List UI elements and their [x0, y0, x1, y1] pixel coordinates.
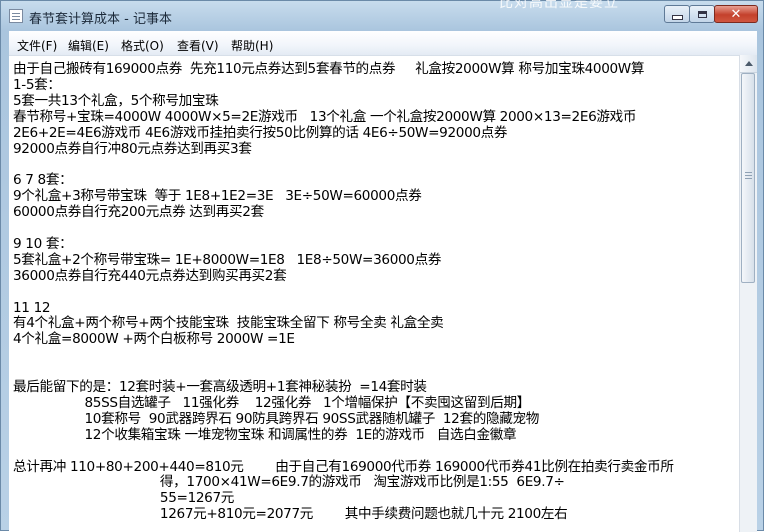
menu-format[interactable]: 格式(O): [121, 37, 164, 54]
text-line: 92000点券自行冲80元点券达到再买3套: [13, 140, 252, 157]
text-line: 5套礼盒+2个称号带宝珠= 1E+8000W=1E8 1E8÷50W=36000…: [13, 251, 442, 268]
text-line: 36000点券自行充440元点券达到购买再买2套: [13, 267, 287, 284]
menu-view[interactable]: 查看(V): [177, 37, 219, 54]
text-line: 6 7 8套：: [13, 172, 73, 189]
menu-file[interactable]: 文件(F): [17, 37, 57, 54]
text-line: 2E6+2E=4E6游戏币 4E6游戏币挂拍卖行按50比例算的话 4E6÷50W…: [13, 124, 508, 141]
vertical-scrollbar[interactable]: [739, 55, 757, 532]
text-line: 有4个礼盒+两个称号+两个技能宝珠 技能宝珠全留下 称号全卖 礼盒全卖: [13, 315, 444, 332]
text-line: 10套称号 90武器跨界石 90防具跨界石 90SS武器随机罐子 12套的隐藏宠…: [13, 410, 539, 427]
notepad-icon[interactable]: [9, 9, 23, 23]
menu-edit[interactable]: 编辑(E): [68, 37, 109, 54]
scroll-up-button[interactable]: [740, 55, 757, 73]
notepad-window: 比对高出显是要立 春节套计算成本 - 记事本 ✕ 文件(F) 编辑(E) 格式(…: [0, 0, 764, 532]
minimize-button[interactable]: [664, 5, 690, 23]
close-icon: ✕: [730, 6, 742, 22]
text-line: 85SS自选罐子 11强化券 12强化券 1个增幅保护【不卖囤这留到后期】: [13, 394, 530, 411]
text-line: 1-5套：: [13, 76, 61, 93]
background-desktop-text: 比对高出显是要立: [499, 0, 619, 11]
text-line: 得，1700×41W=6E9.7的游戏币 淘宝游戏币比例是1:55 6E9.7÷: [13, 474, 565, 491]
text-line: 春节称号+宝珠=4000W 4000W×5=2E游戏币 13个礼盒 一个礼盒按2…: [13, 108, 637, 125]
minimize-icon: [671, 14, 683, 20]
client-area: 文件(F) 编辑(E) 格式(O) 查看(V) 帮助(H) 由于自己搬砖有169…: [9, 31, 757, 532]
grip-icon: [745, 172, 752, 173]
text-line: 60000点券自行充200元点券 达到再买2套: [13, 204, 264, 221]
menu-help[interactable]: 帮助(H): [231, 37, 273, 54]
text-line: 55=1267元: [13, 490, 235, 507]
menu-bar: 文件(F) 编辑(E) 格式(O) 查看(V) 帮助(H): [9, 31, 757, 56]
text-line: 9个礼盒+3称号带宝珠 等于 1E8+1E2=3E 3E÷50W=60000点券: [13, 188, 422, 205]
title-bar[interactable]: 比对高出显是要立 春节套计算成本 - 记事本 ✕: [1, 0, 763, 31]
window-title: 春节套计算成本 - 记事本: [29, 12, 172, 27]
text-line: 9 10 套：: [13, 235, 73, 252]
arrow-up-icon: [744, 61, 753, 66]
text-line: 最后能留下的是：12套时装+一套高级透明+1套神秘装扮 =14套时装: [13, 379, 427, 395]
text-line: 由于自己搬砖有169000点券 先充110元点券达到5套春节的点券 礼盒按200…: [13, 61, 645, 77]
close-button[interactable]: ✕: [714, 5, 758, 23]
maximize-icon: [697, 10, 707, 18]
text-editor[interactable]: 由于自己搬砖有169000点券 先充110元点券达到5套春节的点券 礼盒按200…: [11, 57, 747, 532]
scroll-thumb[interactable]: [741, 73, 755, 283]
text-line: 11 12: [13, 299, 51, 316]
text-line: 4个礼盒=8000W +两个白板称号 2000W =1E: [13, 331, 295, 348]
text-line: 12个收集箱宝珠 一堆宠物宝珠 和调属性的券 1E的游戏币 自选白金徽章: [13, 426, 517, 443]
text-line: 5套一共13个礼盒，5个称号加宝珠: [13, 92, 219, 109]
text-line: 1267元+810元=2077元 其中手续费问题也就几十元 2100左右: [13, 506, 568, 523]
text-line: 总计再冲 110+80+200+440=810元 由于自己有169000代币券 …: [13, 458, 674, 475]
maximize-button[interactable]: [689, 5, 715, 23]
